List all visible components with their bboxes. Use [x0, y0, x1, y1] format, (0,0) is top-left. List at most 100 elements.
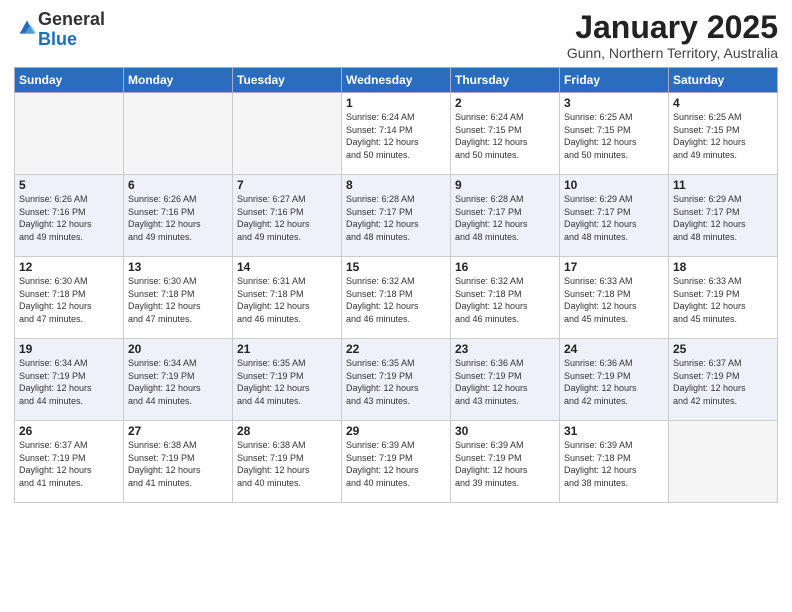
- day-info: Sunrise: 6:34 AM Sunset: 7:19 PM Dayligh…: [128, 357, 228, 407]
- day-info: Sunrise: 6:24 AM Sunset: 7:14 PM Dayligh…: [346, 111, 446, 161]
- title-block: January 2025 Gunn, Northern Territory, A…: [567, 10, 778, 61]
- day-number: 27: [128, 424, 228, 438]
- day-number: 18: [673, 260, 773, 274]
- day-number: 2: [455, 96, 555, 110]
- day-info: Sunrise: 6:36 AM Sunset: 7:19 PM Dayligh…: [564, 357, 664, 407]
- day-info: Sunrise: 6:38 AM Sunset: 7:19 PM Dayligh…: [237, 439, 337, 489]
- day-number: 11: [673, 178, 773, 192]
- table-row: 16Sunrise: 6:32 AM Sunset: 7:18 PM Dayli…: [451, 257, 560, 339]
- day-number: 15: [346, 260, 446, 274]
- day-number: 13: [128, 260, 228, 274]
- calendar-week-row: 12Sunrise: 6:30 AM Sunset: 7:18 PM Dayli…: [15, 257, 778, 339]
- header-saturday: Saturday: [669, 68, 778, 93]
- day-info: Sunrise: 6:30 AM Sunset: 7:18 PM Dayligh…: [19, 275, 119, 325]
- day-info: Sunrise: 6:32 AM Sunset: 7:18 PM Dayligh…: [455, 275, 555, 325]
- day-info: Sunrise: 6:26 AM Sunset: 7:16 PM Dayligh…: [19, 193, 119, 243]
- table-row: 8Sunrise: 6:28 AM Sunset: 7:17 PM Daylig…: [342, 175, 451, 257]
- table-row: [669, 421, 778, 503]
- day-number: 5: [19, 178, 119, 192]
- table-row: 30Sunrise: 6:39 AM Sunset: 7:19 PM Dayli…: [451, 421, 560, 503]
- day-number: 22: [346, 342, 446, 356]
- day-info: Sunrise: 6:34 AM Sunset: 7:19 PM Dayligh…: [19, 357, 119, 407]
- day-number: 26: [19, 424, 119, 438]
- header: General Blue January 2025 Gunn, Northern…: [14, 10, 778, 61]
- day-info: Sunrise: 6:39 AM Sunset: 7:18 PM Dayligh…: [564, 439, 664, 489]
- calendar-week-row: 19Sunrise: 6:34 AM Sunset: 7:19 PM Dayli…: [15, 339, 778, 421]
- day-info: Sunrise: 6:29 AM Sunset: 7:17 PM Dayligh…: [564, 193, 664, 243]
- table-row: 23Sunrise: 6:36 AM Sunset: 7:19 PM Dayli…: [451, 339, 560, 421]
- logo: General Blue: [14, 10, 105, 50]
- logo-blue: Blue: [38, 29, 77, 49]
- day-info: Sunrise: 6:31 AM Sunset: 7:18 PM Dayligh…: [237, 275, 337, 325]
- table-row: 10Sunrise: 6:29 AM Sunset: 7:17 PM Dayli…: [560, 175, 669, 257]
- table-row: 2Sunrise: 6:24 AM Sunset: 7:15 PM Daylig…: [451, 93, 560, 175]
- table-row: 19Sunrise: 6:34 AM Sunset: 7:19 PM Dayli…: [15, 339, 124, 421]
- day-number: 23: [455, 342, 555, 356]
- day-number: 7: [237, 178, 337, 192]
- day-info: Sunrise: 6:33 AM Sunset: 7:19 PM Dayligh…: [673, 275, 773, 325]
- day-number: 14: [237, 260, 337, 274]
- day-number: 17: [564, 260, 664, 274]
- day-info: Sunrise: 6:32 AM Sunset: 7:18 PM Dayligh…: [346, 275, 446, 325]
- day-info: Sunrise: 6:36 AM Sunset: 7:19 PM Dayligh…: [455, 357, 555, 407]
- day-info: Sunrise: 6:37 AM Sunset: 7:19 PM Dayligh…: [673, 357, 773, 407]
- day-number: 25: [673, 342, 773, 356]
- day-number: 3: [564, 96, 664, 110]
- day-info: Sunrise: 6:25 AM Sunset: 7:15 PM Dayligh…: [564, 111, 664, 161]
- day-number: 16: [455, 260, 555, 274]
- table-row: 9Sunrise: 6:28 AM Sunset: 7:17 PM Daylig…: [451, 175, 560, 257]
- table-row: 15Sunrise: 6:32 AM Sunset: 7:18 PM Dayli…: [342, 257, 451, 339]
- day-info: Sunrise: 6:33 AM Sunset: 7:18 PM Dayligh…: [564, 275, 664, 325]
- day-info: Sunrise: 6:35 AM Sunset: 7:19 PM Dayligh…: [237, 357, 337, 407]
- day-info: Sunrise: 6:24 AM Sunset: 7:15 PM Dayligh…: [455, 111, 555, 161]
- logo-text: General Blue: [38, 10, 105, 50]
- day-info: Sunrise: 6:29 AM Sunset: 7:17 PM Dayligh…: [673, 193, 773, 243]
- day-info: Sunrise: 6:28 AM Sunset: 7:17 PM Dayligh…: [346, 193, 446, 243]
- header-friday: Friday: [560, 68, 669, 93]
- header-wednesday: Wednesday: [342, 68, 451, 93]
- day-number: 28: [237, 424, 337, 438]
- calendar-week-row: 1Sunrise: 6:24 AM Sunset: 7:14 PM Daylig…: [15, 93, 778, 175]
- table-row: [15, 93, 124, 175]
- table-row: 12Sunrise: 6:30 AM Sunset: 7:18 PM Dayli…: [15, 257, 124, 339]
- table-row: 18Sunrise: 6:33 AM Sunset: 7:19 PM Dayli…: [669, 257, 778, 339]
- page: General Blue January 2025 Gunn, Northern…: [0, 0, 792, 612]
- day-number: 12: [19, 260, 119, 274]
- table-row: 11Sunrise: 6:29 AM Sunset: 7:17 PM Dayli…: [669, 175, 778, 257]
- table-row: 7Sunrise: 6:27 AM Sunset: 7:16 PM Daylig…: [233, 175, 342, 257]
- header-sunday: Sunday: [15, 68, 124, 93]
- logo-icon: [16, 16, 38, 38]
- header-tuesday: Tuesday: [233, 68, 342, 93]
- calendar-header-row: Sunday Monday Tuesday Wednesday Thursday…: [15, 68, 778, 93]
- day-number: 10: [564, 178, 664, 192]
- table-row: 27Sunrise: 6:38 AM Sunset: 7:19 PM Dayli…: [124, 421, 233, 503]
- table-row: 1Sunrise: 6:24 AM Sunset: 7:14 PM Daylig…: [342, 93, 451, 175]
- day-number: 19: [19, 342, 119, 356]
- table-row: 20Sunrise: 6:34 AM Sunset: 7:19 PM Dayli…: [124, 339, 233, 421]
- day-number: 20: [128, 342, 228, 356]
- table-row: 29Sunrise: 6:39 AM Sunset: 7:19 PM Dayli…: [342, 421, 451, 503]
- day-info: Sunrise: 6:39 AM Sunset: 7:19 PM Dayligh…: [346, 439, 446, 489]
- table-row: 31Sunrise: 6:39 AM Sunset: 7:18 PM Dayli…: [560, 421, 669, 503]
- day-number: 6: [128, 178, 228, 192]
- day-info: Sunrise: 6:38 AM Sunset: 7:19 PM Dayligh…: [128, 439, 228, 489]
- table-row: 17Sunrise: 6:33 AM Sunset: 7:18 PM Dayli…: [560, 257, 669, 339]
- table-row: 6Sunrise: 6:26 AM Sunset: 7:16 PM Daylig…: [124, 175, 233, 257]
- day-info: Sunrise: 6:26 AM Sunset: 7:16 PM Dayligh…: [128, 193, 228, 243]
- table-row: 28Sunrise: 6:38 AM Sunset: 7:19 PM Dayli…: [233, 421, 342, 503]
- calendar-table: Sunday Monday Tuesday Wednesday Thursday…: [14, 67, 778, 503]
- table-row: 3Sunrise: 6:25 AM Sunset: 7:15 PM Daylig…: [560, 93, 669, 175]
- table-row: 22Sunrise: 6:35 AM Sunset: 7:19 PM Dayli…: [342, 339, 451, 421]
- day-number: 1: [346, 96, 446, 110]
- day-info: Sunrise: 6:30 AM Sunset: 7:18 PM Dayligh…: [128, 275, 228, 325]
- day-number: 31: [564, 424, 664, 438]
- day-info: Sunrise: 6:37 AM Sunset: 7:19 PM Dayligh…: [19, 439, 119, 489]
- day-number: 8: [346, 178, 446, 192]
- table-row: [124, 93, 233, 175]
- day-number: 4: [673, 96, 773, 110]
- day-number: 9: [455, 178, 555, 192]
- table-row: [233, 93, 342, 175]
- day-number: 29: [346, 424, 446, 438]
- day-info: Sunrise: 6:25 AM Sunset: 7:15 PM Dayligh…: [673, 111, 773, 161]
- table-row: 13Sunrise: 6:30 AM Sunset: 7:18 PM Dayli…: [124, 257, 233, 339]
